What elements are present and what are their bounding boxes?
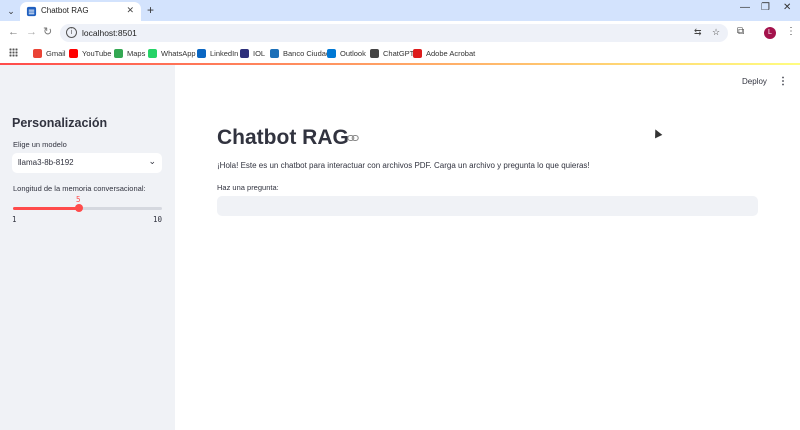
intro-text: ¡Hola! Este es un chatbot para interactu… <box>217 161 590 170</box>
chevron-down-icon: ⌄ <box>148 156 156 166</box>
bookmark-star-icon[interactable]: ☆ <box>712 27 720 38</box>
translate-icon[interactable]: ⇆ <box>694 27 702 38</box>
adobe-acrobat-icon <box>413 49 422 58</box>
slider-max-label: 10 <box>153 215 163 224</box>
browser-toolbar: ← → ↻ i localhost:8501 ⇆ ☆ <box>0 21 800 44</box>
url-text: localhost:8501 <box>82 28 137 38</box>
forward-icon[interactable]: → <box>26 26 37 38</box>
bookmark-whatsapp[interactable]: WhatsApp <box>148 47 196 60</box>
bookmark-banco-ciudad[interactable]: Banco Ciudad <box>270 47 330 60</box>
bookmark-linkedin[interactable]: LinkedIn <box>197 47 238 60</box>
model-select[interactable]: llama3-8b-8192 ⌄ <box>12 153 162 173</box>
gmail-icon <box>33 49 42 58</box>
anchor-link-icon[interactable] <box>347 133 359 143</box>
outlook-icon <box>327 49 336 58</box>
question-label: Haz una pregunta: <box>217 183 279 192</box>
bookmark-adobe-acrobat[interactable]: Adobe Acrobat <box>413 47 475 60</box>
bookmark-youtube[interactable]: YouTube <box>69 47 111 60</box>
tab-close-icon[interactable]: ✕ <box>126 5 134 16</box>
slider-fill <box>13 207 80 210</box>
address-bar[interactable]: i localhost:8501 ⇆ ☆ <box>60 24 728 42</box>
apps-grid-icon[interactable] <box>9 48 18 57</box>
bookmark-outlook[interactable]: Outlook <box>327 47 366 60</box>
close-window-icon[interactable]: ✕ <box>783 2 791 13</box>
profile-avatar[interactable]: L <box>764 27 776 39</box>
maps-icon <box>114 49 123 58</box>
bookmark-gmail[interactable]: Gmail <box>33 47 66 60</box>
chatgpt-icon <box>370 49 379 58</box>
sidebar: Personalización Elige un modelo llama3-8… <box>0 65 175 430</box>
slider-thumb[interactable] <box>75 204 84 212</box>
reload-icon[interactable]: ↻ <box>43 26 52 38</box>
app-menu-icon[interactable]: ⋮ <box>778 76 788 87</box>
youtube-icon <box>69 49 78 58</box>
bookmark-chatgpt[interactable]: ChatGPT <box>370 47 414 60</box>
deploy-button[interactable]: Deploy <box>742 77 767 86</box>
tab-search-chevron-icon[interactable]: ⌄ <box>4 4 18 18</box>
tab-title: Chatbot RAG <box>41 6 89 15</box>
model-label: Elige un modelo <box>13 140 67 149</box>
tab-strip: ⌄ Chatbot RAG ✕ + — ❐ ✕ <box>0 0 800 21</box>
extensions-icon[interactable]: ⧉ <box>737 26 744 37</box>
site-info-icon[interactable]: i <box>66 27 77 38</box>
streamlit-favicon-icon <box>26 6 37 17</box>
browser-menu-icon[interactable]: ⋮ <box>786 26 796 37</box>
page-title: Chatbot RAG <box>217 126 349 149</box>
question-input[interactable] <box>217 196 758 216</box>
sidebar-title: Personalización <box>12 116 108 130</box>
iol-icon <box>240 49 249 58</box>
tab-chatbot-rag[interactable]: Chatbot RAG ✕ <box>20 2 141 21</box>
bookmark-iol[interactable]: IOL <box>240 47 265 60</box>
bookmarks-bar: Gmail YouTube Maps WhatsApp LinkedIn IOL… <box>0 44 800 63</box>
model-select-value: llama3-8b-8192 <box>18 158 74 167</box>
back-icon[interactable]: ← <box>8 26 19 38</box>
bookmark-maps[interactable]: Maps <box>114 47 145 60</box>
slider-current-value: 5 <box>76 195 81 204</box>
whatsapp-icon <box>148 49 157 58</box>
banco-ciudad-icon <box>270 49 279 58</box>
slider-min-label: 1 <box>12 215 17 224</box>
restore-icon[interactable]: ❐ <box>761 2 770 13</box>
minimize-icon[interactable]: — <box>740 2 750 13</box>
main-content: Deploy ⋮ Chatbot RAG ¡Hola! Este es un c… <box>175 65 800 430</box>
memory-label: Longitud de la memoria conversacional: <box>13 184 146 193</box>
memory-slider[interactable] <box>13 204 162 212</box>
linkedin-icon <box>197 49 206 58</box>
new-tab-button[interactable]: + <box>147 3 154 17</box>
